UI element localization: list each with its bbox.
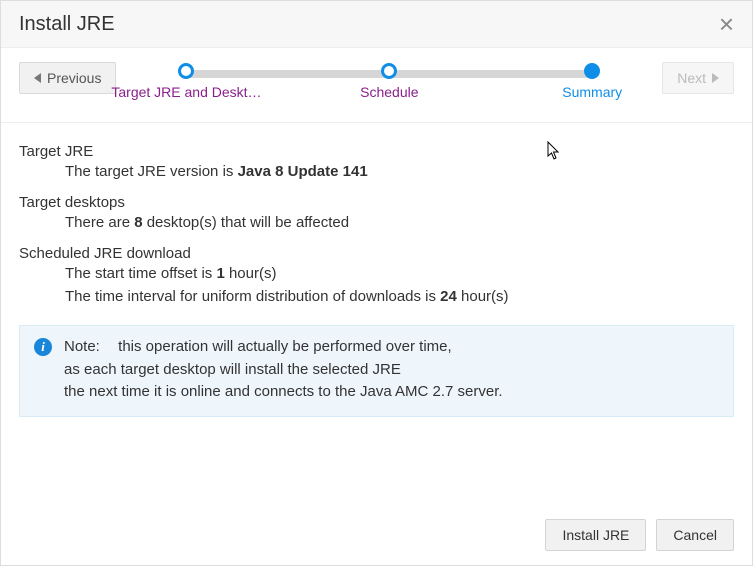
step-label: Schedule (309, 84, 469, 100)
scheduled-interval-value: 24 (440, 288, 457, 305)
step-label: Target JRE and Deskt… (106, 84, 266, 100)
next-button: Next (662, 62, 734, 94)
note-body: Note: this operation will actually be pe… (64, 336, 503, 404)
wizard-steps: Target JRE and Deskt… Schedule Summary (136, 62, 642, 108)
scheduled-interval-line: The time interval for uniform distributi… (19, 285, 734, 315)
scheduled-start-line: The start time offset is 1 hour(s) (19, 262, 734, 285)
target-desktops-count: 8 (134, 214, 142, 231)
target-jre-heading: Target JRE (19, 143, 734, 160)
next-button-label: Next (677, 70, 706, 86)
scheduled-start-value: 1 (216, 265, 224, 282)
text: desktop(s) that will be affected (143, 214, 350, 231)
step-schedule[interactable]: Schedule (309, 62, 469, 100)
step-dot-icon (178, 63, 194, 79)
text: The time interval for uniform distributi… (65, 288, 440, 305)
step-dot-icon (381, 63, 397, 79)
wizard-bar: Previous Target JRE and Deskt… Schedule … (1, 48, 752, 123)
step-summary[interactable]: Summary (512, 62, 672, 100)
note-label: Note: (64, 336, 114, 359)
chevron-right-icon (712, 73, 719, 83)
info-icon: i (34, 338, 52, 356)
text: hour(s) (225, 265, 277, 282)
text: hour(s) (457, 288, 509, 305)
note-box: i Note: this operation will actually be … (19, 325, 734, 417)
step-dot-icon (584, 63, 600, 79)
cancel-button[interactable]: Cancel (656, 519, 734, 551)
step-label: Summary (512, 84, 672, 100)
dialog-title: Install JRE (19, 13, 115, 36)
summary-content: Target JRE The target JRE version is Jav… (1, 123, 752, 507)
note-line: the next time it is online and connects … (64, 381, 503, 404)
previous-button-label: Previous (47, 70, 101, 86)
text: The target JRE version is (65, 163, 238, 180)
step-target-jre[interactable]: Target JRE and Deskt… (106, 62, 266, 100)
close-icon[interactable]: × (719, 11, 734, 37)
install-jre-button[interactable]: Install JRE (545, 519, 646, 551)
dialog-header: Install JRE × (1, 1, 752, 48)
target-desktops-heading: Target desktops (19, 194, 734, 211)
target-desktops-line: There are 8 desktop(s) that will be affe… (19, 211, 734, 241)
previous-button[interactable]: Previous (19, 62, 116, 94)
text: There are (65, 214, 134, 231)
note-line: this operation will actually be performe… (118, 338, 452, 355)
scheduled-download-heading: Scheduled JRE download (19, 245, 734, 262)
text: The start time offset is (65, 265, 216, 282)
note-line: as each target desktop will install the … (64, 359, 503, 382)
target-jre-value: Java 8 Update 141 (238, 163, 368, 180)
dialog-footer: Install JRE Cancel (1, 507, 752, 565)
chevron-left-icon (34, 73, 41, 83)
target-jre-line: The target JRE version is Java 8 Update … (19, 160, 734, 190)
